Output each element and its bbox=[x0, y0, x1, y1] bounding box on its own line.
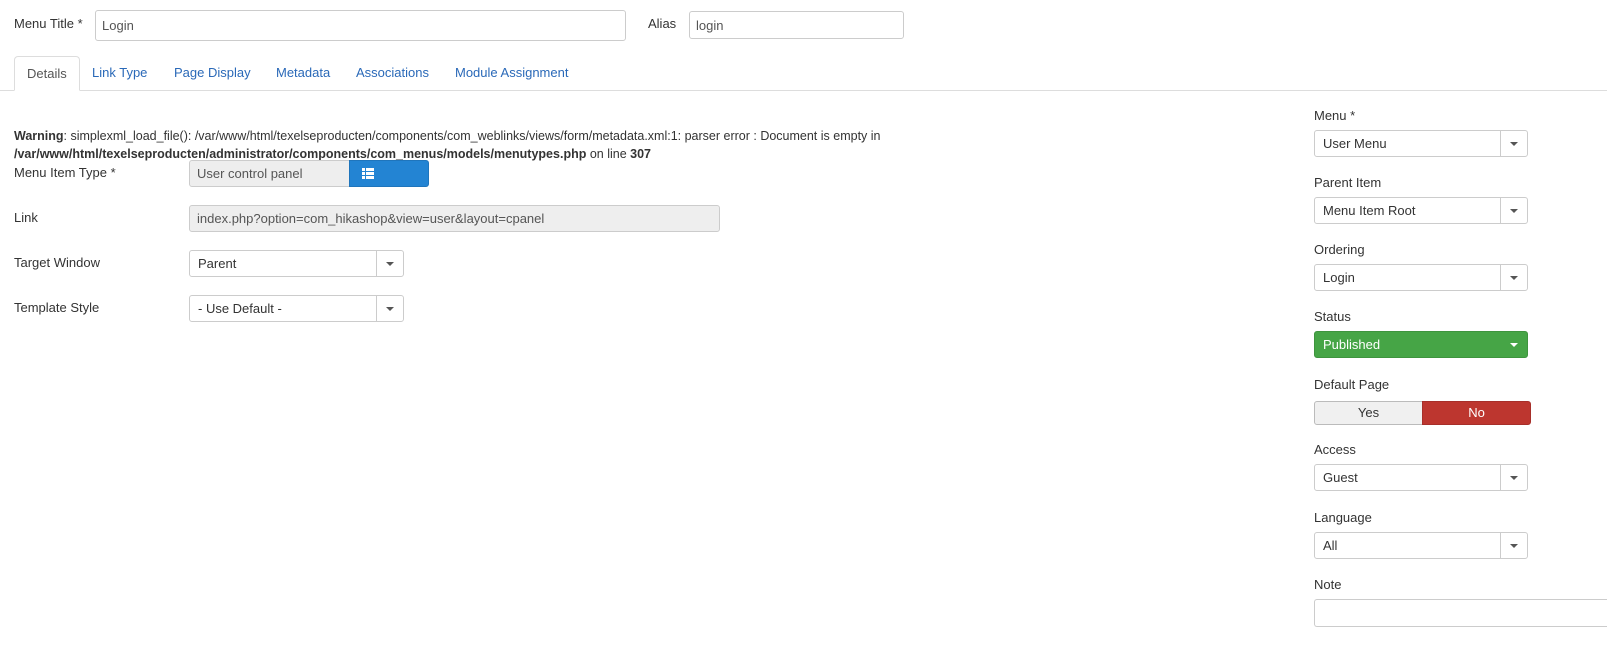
alias-label: Alias bbox=[648, 16, 677, 31]
caret-down-icon bbox=[1510, 275, 1518, 280]
caret-down-icon bbox=[1510, 141, 1518, 146]
template-style-value: - Use Default - bbox=[198, 301, 282, 316]
alias-input[interactable] bbox=[689, 11, 904, 39]
ordering-select[interactable]: Login bbox=[1314, 264, 1528, 291]
note-label: Note bbox=[1314, 577, 1342, 592]
link-field: index.php?option=com_hikashop&view=user&… bbox=[189, 205, 720, 232]
menu-item-type-label: Menu Item Type * bbox=[14, 165, 116, 180]
tab-metadata[interactable]: Metadata bbox=[276, 56, 330, 90]
default-page-no-button[interactable]: No bbox=[1422, 401, 1531, 425]
menu-title-label: Menu Title * bbox=[14, 16, 83, 31]
parent-item-value: Menu Item Root bbox=[1323, 203, 1416, 218]
ordering-value: Login bbox=[1323, 270, 1355, 285]
access-value: Guest bbox=[1323, 470, 1358, 485]
language-value: All bbox=[1323, 538, 1338, 553]
link-label: Link bbox=[14, 210, 38, 225]
caret-down-icon bbox=[386, 306, 394, 311]
php-warning-message: Warning: simplexml_load_file(): /var/www… bbox=[14, 127, 881, 163]
menu-value: User Menu bbox=[1323, 136, 1387, 151]
select-menu-type-button[interactable]: Select bbox=[349, 160, 429, 207]
status-label: Status bbox=[1314, 309, 1351, 324]
status-select[interactable]: Published bbox=[1314, 331, 1528, 358]
default-page-yes-button[interactable]: Yes bbox=[1314, 401, 1423, 425]
target-window-label: Target Window bbox=[14, 255, 100, 270]
warning-text: : simplexml_load_file(): /var/www/html/t… bbox=[63, 129, 881, 143]
template-style-select[interactable]: - Use Default - bbox=[189, 295, 404, 322]
warning-label: Warning bbox=[14, 129, 64, 143]
parent-item-select[interactable]: Menu Item Root bbox=[1314, 197, 1528, 224]
template-style-label: Template Style bbox=[14, 300, 100, 315]
tab-details[interactable]: Details bbox=[14, 56, 80, 91]
tabs-divider bbox=[0, 90, 1607, 91]
tab-link-type[interactable]: Link Type bbox=[92, 56, 147, 90]
parent-item-label: Parent Item bbox=[1314, 175, 1382, 190]
caret-down-icon bbox=[1510, 543, 1518, 548]
warning-line-number: 307 bbox=[630, 147, 651, 161]
access-label: Access bbox=[1314, 442, 1356, 457]
menu-select[interactable]: User Menu bbox=[1314, 130, 1528, 157]
target-window-select[interactable]: Parent bbox=[189, 250, 404, 277]
tab-page-display[interactable]: Page Display bbox=[174, 56, 251, 90]
target-window-value: Parent bbox=[198, 256, 237, 271]
language-select[interactable]: All bbox=[1314, 532, 1528, 559]
menu-item-type-field: User control panel bbox=[189, 160, 350, 187]
caret-down-icon bbox=[386, 261, 394, 266]
ordering-label: Ordering bbox=[1314, 242, 1365, 257]
access-select[interactable]: Guest bbox=[1314, 464, 1528, 491]
tab-module-assignment[interactable]: Module Assignment bbox=[455, 56, 568, 90]
list-icon bbox=[362, 168, 374, 179]
language-label: Language bbox=[1314, 510, 1372, 525]
caret-down-icon bbox=[1509, 342, 1518, 347]
tab-associations[interactable]: Associations bbox=[356, 56, 429, 90]
warning-path: /var/www/html/texelseproducten/administr… bbox=[14, 147, 587, 161]
default-page-label: Default Page bbox=[1314, 377, 1390, 392]
menu-label: Menu * bbox=[1314, 108, 1356, 123]
status-value: Published bbox=[1323, 337, 1381, 352]
note-input[interactable] bbox=[1314, 599, 1607, 627]
caret-down-icon bbox=[1510, 208, 1518, 213]
caret-down-icon bbox=[1510, 475, 1518, 480]
warning-on-line: on line bbox=[586, 147, 631, 161]
menu-title-input[interactable] bbox=[95, 10, 626, 41]
